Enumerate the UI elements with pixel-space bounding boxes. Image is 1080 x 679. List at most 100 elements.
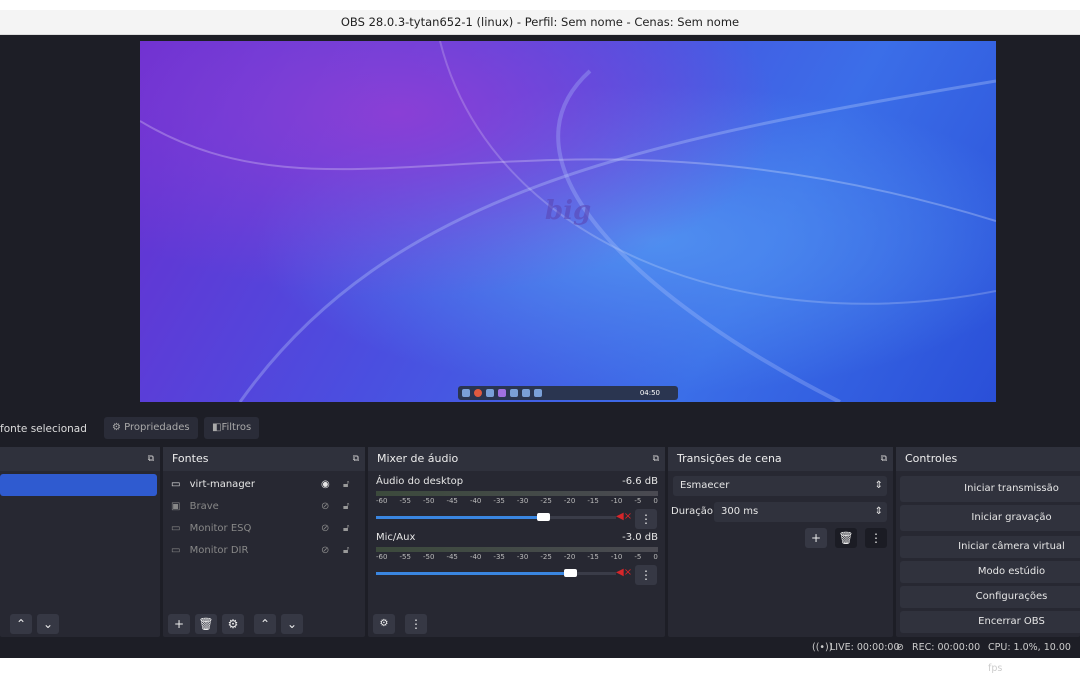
- monitor-icon: ▭: [171, 479, 181, 490]
- scene-item-selected[interactable]: [0, 474, 157, 496]
- eye-hidden-icon[interactable]: ⊘: [321, 541, 329, 561]
- meter-tick: -40: [469, 553, 482, 561]
- advanced-audio-button[interactable]: ⚙: [373, 614, 395, 634]
- eye-icon[interactable]: ◉: [321, 475, 330, 495]
- meter-tick: -10: [610, 553, 623, 561]
- meter-tick: -20: [563, 497, 576, 505]
- meter-tick: -45: [446, 553, 458, 561]
- control-button[interactable]: Configurações: [900, 586, 1080, 608]
- meter-tick: -30: [516, 497, 529, 505]
- cpu-fps: CPU: 1.0%, 10.00 fps: [988, 642, 1071, 674]
- mixer-menu-button[interactable]: ⋮: [405, 614, 427, 634]
- volume-slider[interactable]: [376, 569, 616, 577]
- muted-speaker-icon[interactable]: ◀×: [616, 511, 632, 522]
- select-arrows-icon: ⇕: [874, 480, 883, 491]
- control-button[interactable]: Encerrar OBS: [900, 611, 1080, 633]
- transition-menu-button[interactable]: ⋮: [865, 528, 887, 548]
- rec-time: REC: 00:00:00: [912, 642, 981, 653]
- live-time: LIVE: 00:00:00: [830, 642, 900, 653]
- source-toolbar: fonte selecionad ⚙ Propriedades ◧Filtros: [0, 413, 1080, 445]
- add-source-button[interactable]: +: [168, 614, 190, 634]
- meter-tick: -35: [493, 553, 505, 561]
- meter-tick: -15: [587, 497, 599, 505]
- unlock-icon[interactable]: 🔓︎: [343, 541, 349, 561]
- meter-tick: -50: [422, 497, 435, 505]
- volume-meter: -60 -55 -50 -45 -40 -35 -30 -25 -20 -15 -10 -5 0: [376, 547, 658, 561]
- float-icon[interactable]: ⧉: [653, 447, 659, 471]
- meter-tick: -60: [376, 497, 388, 505]
- controls-title: Controles: [905, 452, 958, 465]
- scenes-dock: ⧉ ⌃ ⌄: [0, 447, 160, 637]
- duration-spinbox[interactable]: 300 ms ⇕: [714, 502, 887, 522]
- float-icon[interactable]: ⧉: [353, 447, 359, 471]
- source-item[interactable]: ▭ Monitor DIR ⊘ 🔓︎: [171, 541, 361, 561]
- source-item[interactable]: ▣ Brave ⊘ 🔓︎: [171, 497, 361, 517]
- source-up-button[interactable]: ⌃: [254, 614, 276, 634]
- window-title: OBS 28.0.3-tytan652-1 (linux) - Perfil: …: [0, 10, 1080, 35]
- add-transition-button[interactable]: +: [805, 528, 827, 548]
- guest-taskbar: 04:50: [458, 386, 678, 400]
- channel-name-row: Mic/Aux -3.0 dB: [376, 532, 658, 543]
- rec-icon: ⊘: [896, 642, 904, 653]
- source-item[interactable]: ▭ virt-manager ◉ 🔓︎: [171, 475, 361, 495]
- meter-tick: -40: [469, 497, 482, 505]
- eye-hidden-icon[interactable]: ⊘: [321, 497, 329, 517]
- eye-hidden-icon[interactable]: ⊘: [321, 519, 329, 539]
- transitions-title: Transições de cena: [677, 452, 782, 465]
- meter-tick: -45: [446, 497, 458, 505]
- taskbar-clock: 04:50: [639, 389, 660, 397]
- source-down-button[interactable]: ⌄: [281, 614, 303, 634]
- no-source-label: fonte selecionad: [0, 423, 87, 435]
- float-icon[interactable]: ⧉: [148, 447, 154, 471]
- transitions-dock: Transições de cena ⧉ Esmaecer ⇕ Duração 30…: [668, 447, 893, 637]
- remove-transition-button[interactable]: 🗑: [835, 528, 857, 548]
- meter-tick: 0: [653, 497, 658, 505]
- meter-tick: -55: [399, 497, 411, 505]
- meter-tick: -50: [422, 553, 435, 561]
- muted-speaker-icon[interactable]: ◀×: [616, 567, 632, 578]
- source-item[interactable]: ▭ Monitor ESQ ⊘ 🔓︎: [171, 519, 361, 539]
- preview-canvas[interactable]: big 04:50: [140, 41, 996, 402]
- meter-tick: -25: [540, 553, 552, 561]
- unlock-icon[interactable]: 🔓︎: [343, 497, 349, 517]
- unlock-icon[interactable]: 🔓︎: [343, 519, 349, 539]
- window-icon: ▣: [171, 501, 181, 512]
- control-button[interactable]: Iniciar câmera virtual: [900, 536, 1080, 558]
- meter-tick: -5: [634, 497, 642, 505]
- mixer-title: Mixer de áudio: [377, 452, 459, 465]
- remove-source-button[interactable]: 🗑: [195, 614, 217, 634]
- big-logo: big: [545, 196, 592, 226]
- controls-dock: Controles Iniciar transmissão Iniciar gra…: [896, 447, 1080, 637]
- source-properties-button[interactable]: ⚙: [222, 614, 244, 634]
- meter-tick: -5: [634, 553, 642, 561]
- meter-tick: 0: [653, 553, 658, 561]
- volume-slider[interactable]: [376, 513, 616, 521]
- float-icon[interactable]: ⧉: [881, 447, 887, 471]
- control-button[interactable]: Modo estúdio: [900, 561, 1080, 583]
- gear-icon: ⚙: [112, 422, 121, 433]
- status-bar: ((•)) LIVE: 00:00:00 ⊘ REC: 00:00:00 CPU…: [0, 637, 1080, 674]
- channel-level: -6.6 dB: [622, 476, 658, 487]
- control-button[interactable]: Iniciar transmissão: [900, 476, 1080, 502]
- duration-label: Duração: [671, 506, 714, 517]
- channel-name-row: Áudio do desktop -6.6 dB: [376, 476, 658, 487]
- control-button[interactable]: Iniciar gravação: [900, 505, 1080, 531]
- meter-tick: -25: [540, 497, 552, 505]
- unlock-icon[interactable]: 🔓︎: [343, 475, 349, 495]
- audio-mixer-dock: Mixer de áudio ⧉ Áudio do desktop -6.6 dB …: [368, 447, 665, 637]
- spin-arrows-icon[interactable]: ⇕: [875, 502, 883, 522]
- channel-level: -3.0 dB: [622, 532, 658, 543]
- channel-menu-button[interactable]: ⋮: [635, 565, 657, 585]
- filters-button[interactable]: ◧Filtros: [204, 417, 260, 439]
- monitor-icon: ▭: [171, 545, 181, 556]
- scene-up-button[interactable]: ⌃: [10, 614, 32, 634]
- transition-select[interactable]: Esmaecer ⇕: [673, 476, 887, 496]
- scene-down-button[interactable]: ⌄: [37, 614, 59, 634]
- meter-tick: -35: [493, 497, 505, 505]
- channel-menu-button[interactable]: ⋮: [635, 509, 657, 529]
- monitor-icon: ▭: [171, 523, 181, 534]
- sources-title: Fontes: [172, 452, 209, 465]
- meter-tick: -55: [399, 553, 411, 561]
- properties-button[interactable]: ⚙ Propriedades: [104, 417, 198, 439]
- meter-tick: -30: [516, 553, 529, 561]
